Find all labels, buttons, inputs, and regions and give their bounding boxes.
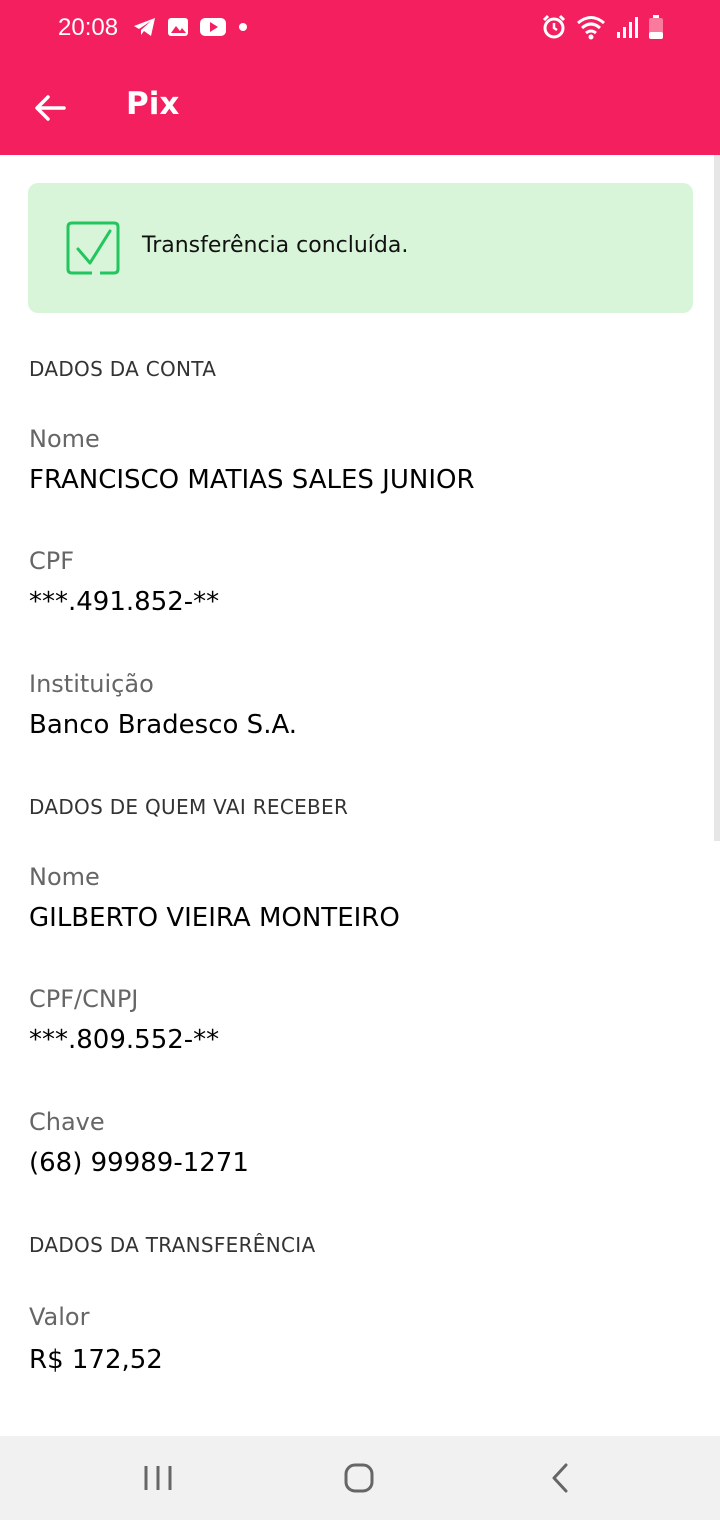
account-cpf-value: ***.491.852-** — [29, 587, 220, 617]
transfer-amount-value: R$ 172,52 — [29, 1345, 163, 1375]
battery-icon — [649, 15, 663, 39]
transfer-section-title: DADOS DA TRANSFERÊNCIA — [29, 1233, 316, 1257]
check-square-icon — [66, 221, 120, 275]
receipt-content[interactable]: Transferência concluída. DADOS DA CONTA … — [0, 155, 720, 1436]
account-institution-value: Banco Bradesco S.A. — [29, 710, 298, 740]
account-name-label: Nome — [29, 425, 100, 453]
system-nav-bar — [0, 1436, 720, 1520]
recent-apps-icon — [144, 1466, 172, 1490]
youtube-icon — [200, 18, 226, 36]
gallery-icon — [168, 18, 188, 36]
telegram-icon — [134, 18, 155, 36]
account-institution-label: Instituição — [29, 670, 154, 698]
account-name-value: FRANCISCO MATIAS SALES JUNIOR — [29, 465, 475, 495]
recipient-key-value: (68) 99989-1271 — [29, 1148, 249, 1178]
home-button[interactable] — [334, 1456, 384, 1500]
recipient-name-value: GILBERTO VIEIRA MONTEIRO — [29, 903, 400, 933]
account-cpf-label: CPF — [29, 547, 75, 575]
arrow-left-icon — [35, 95, 66, 121]
recipient-section-title: DADOS DE QUEM VAI RECEBER — [29, 795, 349, 819]
back-button[interactable] — [24, 82, 76, 134]
account-section-title: DADOS DA CONTA — [29, 357, 217, 381]
wifi-icon — [577, 16, 605, 40]
status-bar: 20:08 — [0, 0, 720, 60]
back-icon — [552, 1463, 568, 1493]
recipient-doc-label: CPF/CNPJ — [29, 985, 139, 1013]
recent-apps-button[interactable] — [133, 1456, 183, 1500]
app-bar: Pix — [0, 60, 720, 155]
recipient-doc-value: ***.809.552-** — [29, 1025, 220, 1055]
home-icon — [344, 1463, 374, 1493]
success-banner: Transferência concluída. — [28, 183, 693, 313]
recipient-key-label: Chave — [29, 1108, 105, 1136]
system-back-button[interactable] — [535, 1456, 585, 1500]
scrollbar[interactable] — [714, 155, 720, 841]
transfer-amount-label: Valor — [29, 1303, 90, 1331]
signal-icon — [617, 17, 638, 38]
dot-icon — [239, 23, 247, 31]
page-title: Pix — [126, 86, 180, 122]
status-time: 20:08 — [58, 14, 119, 41]
alarm-icon — [542, 14, 566, 39]
recipient-name-label: Nome — [29, 863, 100, 891]
success-message: Transferência concluída. — [142, 233, 409, 258]
